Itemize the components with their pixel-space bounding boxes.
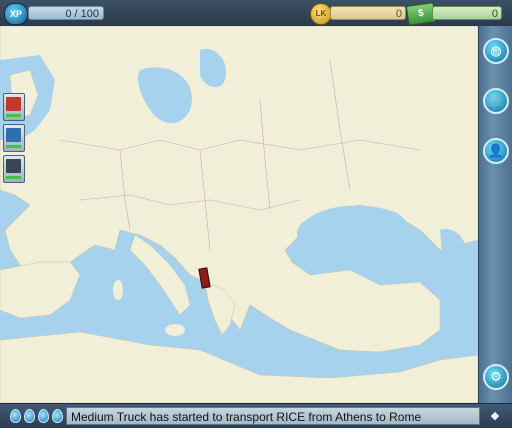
message-text: Medium Truck has started to transport RI… xyxy=(66,407,480,425)
truck-icon xyxy=(6,159,21,173)
globe-icon[interactable]: ◍ xyxy=(483,38,509,64)
drop-icon xyxy=(24,409,35,423)
gear-icon[interactable]: ⚙ xyxy=(483,364,509,390)
truck-icon xyxy=(6,128,21,142)
cart-icon[interactable]: 🛒 xyxy=(483,88,509,114)
coin-icon: LK xyxy=(310,3,332,25)
drop-icon xyxy=(52,409,63,423)
truck-progress xyxy=(6,176,21,179)
expand-icon[interactable]: ◆ xyxy=(486,407,504,425)
person-icon[interactable]: 👤 xyxy=(483,138,509,164)
xp-progress: 0 / 100 xyxy=(28,6,104,20)
truck-progress xyxy=(6,145,21,148)
right-sidebar: ◍ 🛒 👤 ⚙ xyxy=(478,26,512,403)
map-canvas xyxy=(0,0,512,427)
drop-icon xyxy=(10,409,21,423)
drop-icon xyxy=(38,409,49,423)
cash-value: 0 xyxy=(432,6,502,20)
truck-icon xyxy=(6,97,21,111)
truck-progress xyxy=(6,114,21,117)
coins-value: 0 xyxy=(330,6,406,20)
xp-icon: XP xyxy=(4,3,28,25)
truck-card-1[interactable] xyxy=(3,93,25,121)
truck-card-2[interactable] xyxy=(3,124,25,152)
truck-card-3[interactable] xyxy=(3,155,25,183)
bottom-bar: Medium Truck has started to transport RI… xyxy=(0,403,512,428)
top-bar: XP 0 / 100 LK 0 $ 0 xyxy=(0,0,512,26)
world-map[interactable] xyxy=(0,0,512,427)
